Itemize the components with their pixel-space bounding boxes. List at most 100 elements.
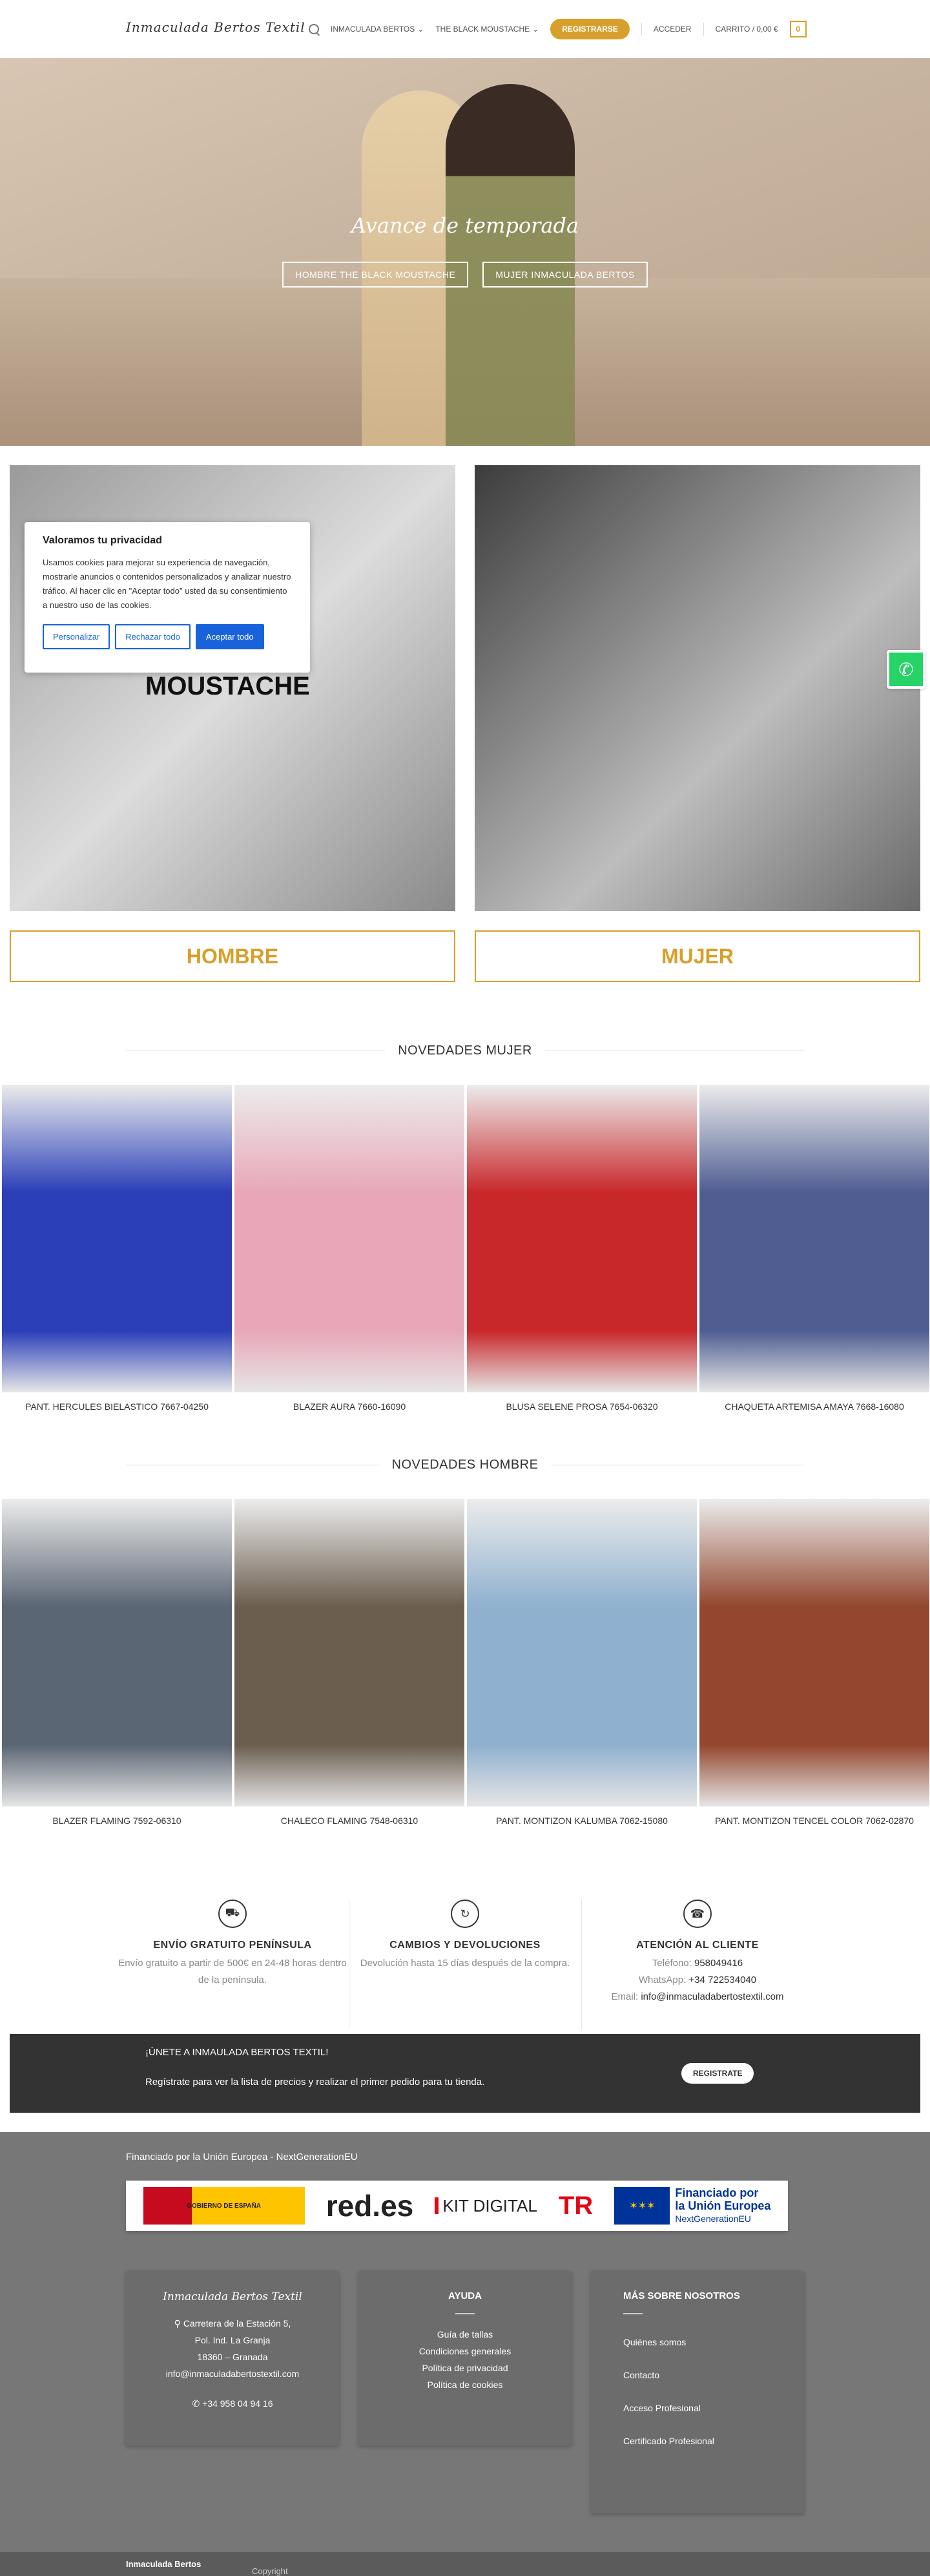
cookie-buttons: Personalizar Rechazar todo Aceptar todo — [43, 624, 292, 649]
red-es-logo: red.es — [326, 2189, 414, 2223]
footer-phone-link[interactable]: +34 958 04 94 16 — [202, 2398, 273, 2409]
product-card[interactable]: BLUSA SELENE PROSA 7654-06320 — [467, 1085, 697, 1412]
product-image[interactable] — [699, 1499, 929, 1806]
whatsapp-link[interactable]: +34 722534040 — [688, 1974, 756, 1985]
search-icon[interactable] — [309, 24, 319, 34]
shipping-title: ENVÍO GRATUITO PENÍNSULA — [153, 1940, 312, 1951]
eu-flag-icon: ✶✶✶ — [614, 2187, 670, 2225]
eu-logo: ✶✶✶ Financiado por la Unión Europea Next… — [614, 2186, 770, 2225]
phone-link[interactable]: 958049416 — [694, 1958, 743, 1969]
product-name[interactable]: BLAZER FLAMING 7592-06310 — [2, 1816, 232, 1826]
site-header: Inmaculada Bertos Textil INMACULADA BERT… — [0, 0, 930, 58]
product-card[interactable]: CHAQUETA ARTEMISA AMAYA 7668-16080 — [699, 1085, 929, 1412]
product-name[interactable]: BLAZER AURA 7660-16090 — [234, 1401, 464, 1412]
footer-link[interactable]: Quiénes somos — [591, 2326, 804, 2359]
product-card[interactable]: PANT. MONTIZON TENCEL COLOR 7062-02870 — [699, 1499, 929, 1826]
chevron-down-icon: ⌄ — [532, 25, 539, 34]
hero-men-button[interactable]: HOMBRE THE BLACK MOUSTACHE — [282, 262, 469, 288]
whatsapp-icon[interactable]: ✆ — [887, 650, 925, 689]
site-logo[interactable]: Inmaculada Bertos Textil — [126, 19, 305, 35]
divider — [641, 23, 642, 36]
spain-government-logo: GOBIERNO DE ESPAÑA — [143, 2187, 305, 2225]
newsletter-register-button[interactable]: REGISTRATE — [681, 2063, 754, 2084]
phone-icon: ✆ — [192, 2398, 200, 2409]
product-image[interactable] — [467, 1085, 697, 1392]
footer-phone: ✆ +34 958 04 94 16 — [126, 2395, 339, 2412]
divider — [703, 23, 704, 36]
men-section-title: NOVEDADES HOMBRE — [126, 1458, 804, 1472]
returns-title: CAMBIOS Y DEVOLUCIONES — [389, 1940, 541, 1951]
divider — [623, 2313, 643, 2314]
women-section-title: NOVEDADES MUJER — [126, 1043, 804, 1058]
product-name[interactable]: BLUSA SELENE PROSA 7654-06320 — [467, 1401, 697, 1412]
cart-count-badge[interactable]: 0 — [789, 21, 807, 37]
product-image[interactable] — [699, 1085, 929, 1392]
footer-link[interactable]: Política de privacidad — [358, 2360, 572, 2376]
refresh-icon: ↻ — [451, 1900, 479, 1928]
truck-icon: ⛟ — [218, 1900, 247, 1928]
product-name[interactable]: PANT. MONTIZON KALUMBA 7062-15080 — [467, 1816, 697, 1826]
cookie-consent-banner: Valoramos tu privacidad Usamos cookies p… — [25, 522, 310, 673]
footer-link[interactable]: Condiciones generales — [358, 2343, 572, 2360]
category-men-button[interactable]: HOMBRE — [10, 930, 455, 982]
cookie-title: Valoramos tu privacidad — [43, 535, 162, 546]
footer-logo: Inmaculada Bertos Textil — [163, 2290, 302, 2303]
footer-link[interactable]: Política de cookies — [358, 2376, 572, 2393]
copyright-bar: Copyright 2025 © Inmaculada Bertos — [0, 2552, 930, 2576]
funding-logos: GOBIERNO DE ESPAÑA red.es KIT DIGITAL TR… — [126, 2181, 788, 2231]
product-name[interactable]: PANT. HERCULES BIELASTICO 7667-04250 — [2, 1401, 232, 1412]
phone-icon: ☎ — [683, 1900, 712, 1928]
divider — [455, 2313, 475, 2314]
footer-link[interactable]: Contacto — [591, 2359, 804, 2392]
product-image[interactable] — [467, 1499, 697, 1806]
product-card[interactable]: BLAZER AURA 7660-16090 — [234, 1085, 464, 1412]
product-card[interactable]: PANT. HERCULES BIELASTICO 7667-04250 — [2, 1085, 232, 1412]
site-footer: Financiado por la Unión Europea - NextGe… — [0, 2132, 930, 2552]
register-button[interactable]: REGISTRARSE — [550, 19, 630, 39]
product-card[interactable]: CHALECO FLAMING 7548-06310 — [234, 1499, 464, 1826]
nav-item-moustache[interactable]: THE BLACK MOUSTACHE ⌄ — [435, 25, 539, 34]
product-card[interactable]: BLAZER FLAMING 7592-06310 — [2, 1499, 232, 1826]
nav-item-inmaculada[interactable]: INMACULADA BERTOS ⌄ — [331, 25, 424, 34]
category-women-button[interactable]: MUJER — [475, 930, 920, 982]
footer-contact-column: Inmaculada Bertos Textil ⚲ Carretera de … — [126, 2271, 339, 2445]
product-name[interactable]: CHAQUETA ARTEMISA AMAYA 7668-16080 — [699, 1401, 929, 1412]
product-image[interactable] — [234, 1085, 464, 1392]
hero-women-button[interactable]: MUJER INMACULADA BERTOS — [482, 262, 648, 288]
funding-text: Financiado por la Unión Europea - NextGe… — [126, 2152, 358, 2162]
cookie-text: Usamos cookies para mejorar su experienc… — [43, 558, 291, 610]
footer-about-title: MÁS SOBRE NOSOTROS — [623, 2290, 740, 2301]
newsletter-banner: ¡ÚNETE A INMAULADA BERTOS TEXTIL! Regíst… — [10, 2034, 920, 2113]
footer-help-column: AYUDA Guía de tallas Condiciones general… — [358, 2271, 572, 2445]
footer-email-link[interactable]: info@inmaculadabertostextil.com — [166, 2369, 299, 2379]
support-text: Teléfono: 958049416 WhatsApp: +34 722534… — [611, 1958, 784, 2002]
product-name[interactable]: CHALECO FLAMING 7548-06310 — [234, 1816, 464, 1826]
shipping-info: ⛟ ENVÍO GRATUITO PENÍNSULA Envío gratuit… — [116, 1900, 349, 1989]
moustache-brand-text: MOUSTACHE — [145, 672, 310, 700]
product-card[interactable]: PANT. MONTIZON KALUMBA 7062-15080 — [467, 1499, 697, 1826]
returns-text: Devolución hasta 15 días después de la c… — [360, 1958, 570, 1969]
product-image[interactable] — [2, 1085, 232, 1392]
product-image[interactable] — [234, 1499, 464, 1806]
kit-digital-logo: KIT DIGITAL — [435, 2197, 537, 2214]
newsletter-title: ¡ÚNETE A INMAULADA BERTOS TEXTIL! — [145, 2047, 329, 2058]
footer-link[interactable]: Guía de tallas — [358, 2326, 572, 2343]
cookie-accept-button[interactable]: Aceptar todo — [195, 624, 264, 649]
footer-link[interactable]: Certificado Profesional — [591, 2425, 804, 2458]
shipping-text: Envío gratuito a partir de 500€ en 24-48… — [118, 1958, 347, 1985]
footer-address: ⚲ Carretera de la Estación 5, Pol. Ind. … — [165, 2318, 300, 2379]
footer-help-title: AYUDA — [448, 2290, 482, 2301]
cookie-reject-button[interactable]: Rechazar todo — [115, 624, 191, 649]
support-title: ATENCIÓN AL CLIENTE — [636, 1940, 759, 1951]
login-link[interactable]: ACCEDER — [654, 25, 692, 34]
cookie-customize-button[interactable]: Personalizar — [43, 624, 110, 649]
copyright-text: Copyright 2025 © Inmaculada Bertos — [126, 2559, 288, 2576]
category-women-image[interactable] — [475, 465, 920, 911]
plan-recuperacion-logo: TR — [558, 2191, 594, 2220]
email-link[interactable]: info@inmaculadabertostextil.com — [641, 1991, 783, 2002]
support-info: ☎ ATENCIÓN AL CLIENTE Teléfono: 95804941… — [581, 1900, 814, 2005]
product-name[interactable]: PANT. MONTIZON TENCEL COLOR 7062-02870 — [699, 1816, 929, 1826]
footer-link[interactable]: Acceso Profesional — [591, 2392, 804, 2425]
cart-link[interactable]: CARRITO / 0,00 € — [716, 25, 778, 34]
product-image[interactable] — [2, 1499, 232, 1806]
